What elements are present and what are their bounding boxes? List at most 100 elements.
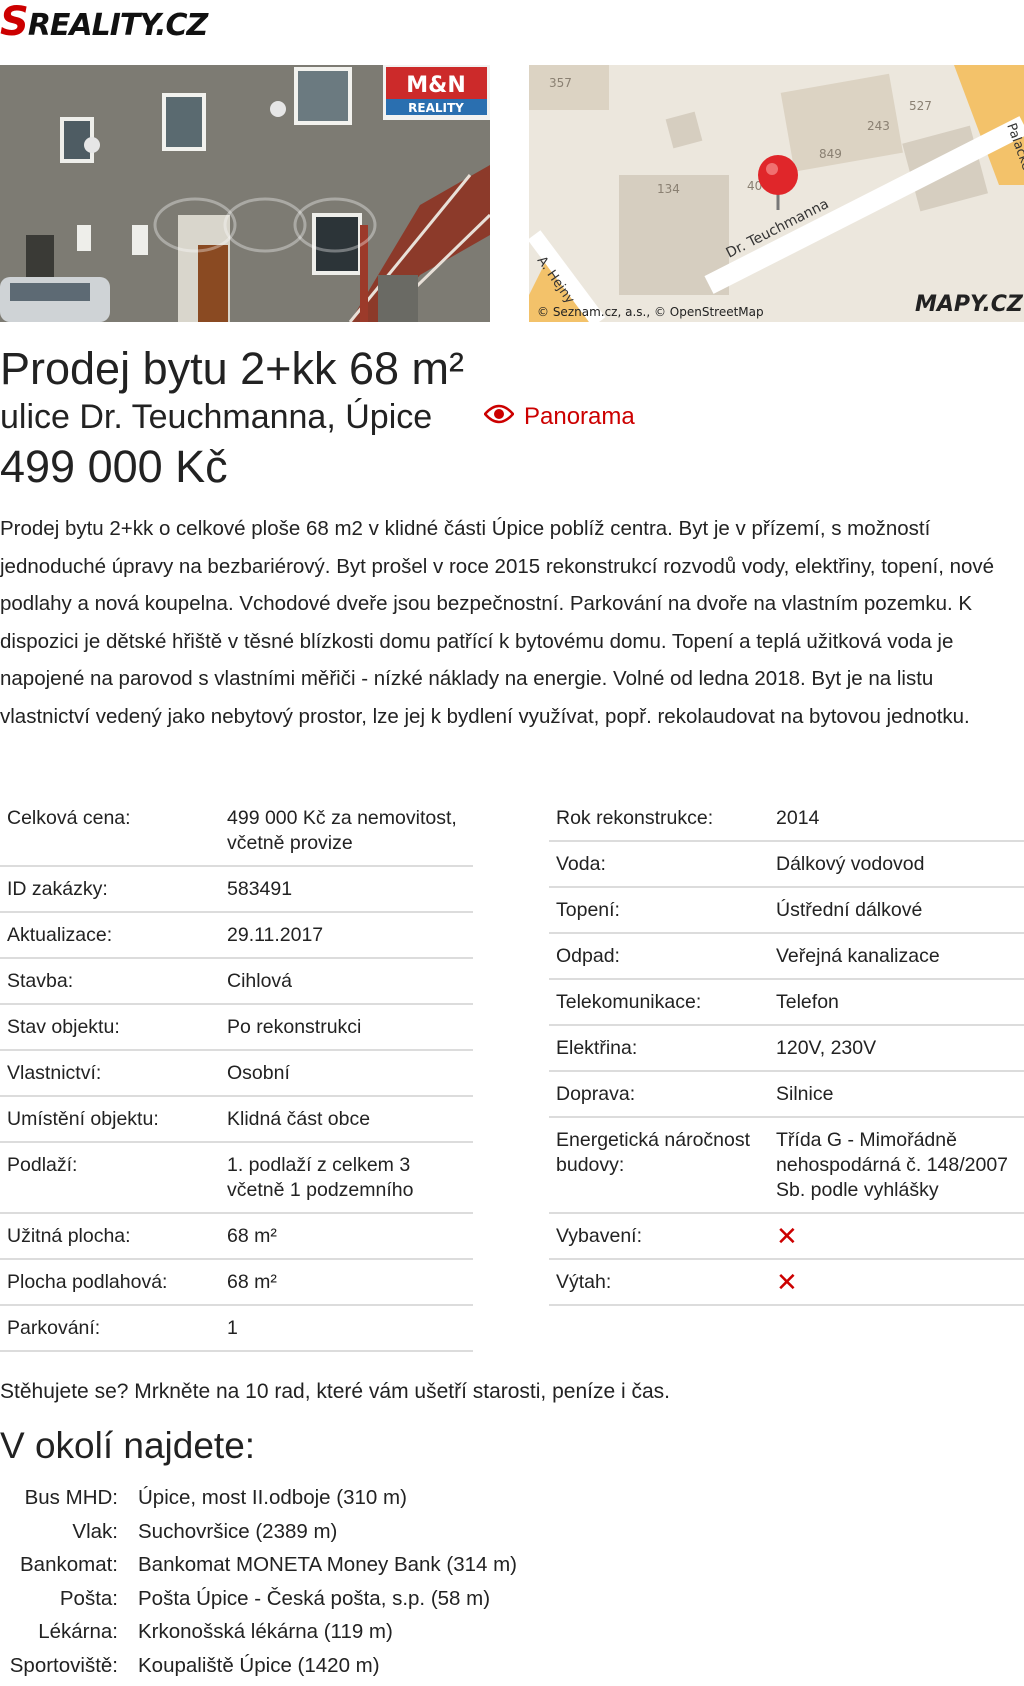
param-label: Rok rekonstrukce: — [556, 807, 714, 829]
listing-price: 499 000 Kč — [0, 441, 228, 492]
param-value: Dálkový vodovod — [776, 853, 925, 875]
nearby-label: Pošta: — [59, 1586, 118, 1610]
params-table-left: Celková cena: 499 000 Kč za nemovitost, v… — [0, 796, 473, 1352]
nearby-value[interactable]: Bankomat MONETA Money Bank (314 m) — [138, 1548, 517, 1582]
nearby-heading: V okolí najdete: — [0, 1425, 256, 1466]
param-row: Energetická náročnost budovy: Třída G - M… — [549, 1118, 1024, 1214]
param-label: Užitná plocha: — [7, 1225, 131, 1247]
param-label: Podlaží: — [7, 1154, 78, 1176]
param-label: ID zakázky: — [7, 878, 108, 900]
param-label: Umístění objektu: — [7, 1108, 159, 1130]
map-house-number: 357 — [549, 76, 572, 90]
nearby-list: Bus MHD: Úpice, most II.odboje (310 m) Vla… — [0, 1481, 517, 1682]
nearby-item: Sportoviště: Koupaliště Úpice (1420 m) — [0, 1649, 517, 1683]
param-row: Voda: Dálkový vodovod — [549, 842, 1024, 888]
nearby-value[interactable]: Pošta Úpice - Česká pošta, s.p. (58 m) — [138, 1582, 490, 1616]
logo-text: SREALITY.CZ — [0, 0, 208, 45]
listing-header: Prodej bytu 2+kk 68 m² ulice Dr. Teuchma… — [0, 343, 464, 495]
param-label: Plocha podlahová: — [7, 1271, 168, 1293]
nearby-item: Bankomat: Bankomat MONETA Money Bank (314… — [0, 1548, 517, 1582]
param-value: 68 m² — [227, 1225, 277, 1247]
param-row: Elektřina: 120V, 230V — [549, 1026, 1024, 1072]
nearby-label: Vlak: — [72, 1519, 118, 1543]
param-label: Výtah: — [556, 1271, 612, 1293]
nearby-value[interactable]: Úpice, most II.odboje (310 m) — [138, 1481, 407, 1515]
param-value: 120V, 230V — [776, 1037, 877, 1059]
param-label: Aktualizace: — [7, 924, 113, 946]
map-house-number: 134 — [657, 182, 680, 196]
site-logo[interactable]: SREALITY.CZ — [0, 0, 208, 45]
param-value: 29.11.2017 — [227, 924, 324, 946]
param-row: Výtah: ✕ — [549, 1260, 1024, 1306]
param-row: Odpad: Veřejná kanalizace — [549, 934, 1024, 980]
listing-address: ulice Dr. Teuchmanna, Úpice — [0, 398, 433, 436]
nearby-item: Vlak: Suchovršice (2389 m) — [0, 1515, 517, 1549]
param-value: Osobní — [227, 1062, 290, 1084]
listing-description: Prodej bytu 2+kk o celkové ploše 68 m2 v… — [0, 517, 995, 728]
param-value: Veřejná kanalizace — [776, 945, 940, 967]
param-value: Třída G - Mimořádně nehospodárná č. 148/… — [776, 1129, 1009, 1201]
param-value: 499 000 Kč za nemovitost, včetně provize — [227, 807, 457, 854]
param-row: Rok rekonstrukce: 2014 — [549, 796, 1024, 842]
param-label: Stavba: — [7, 970, 74, 992]
nearby-label: Lékárna: — [38, 1620, 118, 1643]
param-value: 1 — [227, 1317, 238, 1339]
nearby-value[interactable]: Koupaliště Úpice (1420 m) — [138, 1649, 380, 1683]
nearby-label: Bankomat: — [20, 1553, 118, 1576]
param-row: Umístění objektu: Klidná část obce — [0, 1097, 473, 1143]
param-label: Topení: — [556, 899, 620, 921]
param-row: Doprava: Silnice — [549, 1072, 1024, 1118]
param-label: Stav objektu: — [7, 1016, 120, 1038]
param-value: Cihlová — [227, 970, 293, 992]
param-row: Plocha podlahová: 68 m² — [0, 1260, 473, 1306]
map-house-number: 243 — [867, 119, 890, 133]
map-brand: MAPY.CZ — [915, 292, 1024, 317]
param-row: Telekomunikace: Telefon — [549, 980, 1024, 1026]
param-label: Telekomunikace: — [556, 991, 702, 1013]
param-row: Celková cena: 499 000 Kč za nemovitost, v… — [0, 796, 473, 867]
map-house-number: 527 — [909, 99, 932, 113]
nearby-label: Sportoviště: — [9, 1653, 118, 1677]
param-label: Energetická náročnost budovy: — [556, 1129, 751, 1176]
param-value: 1. podlaží z celkem 3 včetně 1 podzemníh… — [227, 1154, 414, 1201]
param-label: Parkování: — [7, 1317, 101, 1339]
listing-title: Prodej bytu 2+kk 68 m² — [0, 343, 464, 394]
eye-icon — [483, 403, 515, 431]
nearby-value[interactable]: Krkonošská lékárna (119 m) — [138, 1615, 393, 1649]
nearby-value[interactable]: Suchovršice (2389 m) — [138, 1515, 337, 1549]
param-row: Stav objektu: Po rekonstrukci — [0, 1005, 473, 1051]
nearby-item: Lékárna: Krkonošská lékárna (119 m) — [0, 1615, 517, 1649]
param-row: Vlastnictví: Osobní — [0, 1051, 473, 1097]
param-row: Stavba: Cihlová — [0, 959, 473, 1005]
param-row: Vybavení: ✕ — [549, 1214, 1024, 1260]
nearby-label: Bus MHD: — [24, 1486, 118, 1509]
param-value: Klidná část obce — [227, 1108, 371, 1130]
property-photo[interactable]: M&N REALITY — [0, 65, 490, 322]
cross-icon: ✕ — [776, 1221, 798, 1251]
param-label: Elektřina: — [556, 1037, 638, 1059]
param-value: 68 m² — [227, 1271, 277, 1293]
nearby-item: Pošta: Pošta Úpice - Česká pošta, s.p. (5… — [0, 1582, 517, 1616]
param-value: Telefon — [776, 991, 839, 1013]
moving-tips-link[interactable]: Stěhujete se? Mrkněte na 10 rad, které v… — [0, 1380, 670, 1404]
svg-text:REALITY: REALITY — [408, 101, 464, 115]
nearby-item: Bus MHD: Úpice, most II.odboje (310 m) — [0, 1481, 517, 1515]
param-label: Odpad: — [556, 945, 620, 967]
param-value: Silnice — [776, 1083, 834, 1105]
param-row: Topení: Ústřední dálkové — [549, 888, 1024, 934]
map-house-number: 849 — [819, 147, 842, 161]
param-row: Aktualizace: 29.11.2017 — [0, 913, 473, 959]
panorama-link[interactable]: Panorama — [483, 403, 635, 431]
param-row: Podlaží: 1. podlaží z celkem 3 včetně 1 p… — [0, 1143, 473, 1214]
svg-text:M&N: M&N — [406, 73, 466, 98]
param-row: Užitná plocha: 68 m² — [0, 1214, 473, 1260]
param-label: Vybavení: — [556, 1225, 642, 1247]
param-value: Ústřední dálkové — [776, 899, 923, 921]
map-attribution: © Seznam.cz, a.s., © OpenStreetMap — [537, 305, 764, 319]
location-map[interactable]: 357 527 243 849 134 40 Dr. Teuchmanna A.… — [529, 65, 1024, 322]
param-label: Doprava: — [556, 1083, 636, 1105]
param-row: Parkování: 1 — [0, 1306, 473, 1352]
params-table-right: Rok rekonstrukce: 2014 Voda: Dálkový vodovo… — [549, 796, 1024, 1306]
param-row: ID zakázky: 583491 — [0, 867, 473, 913]
param-label: Voda: — [556, 853, 606, 875]
